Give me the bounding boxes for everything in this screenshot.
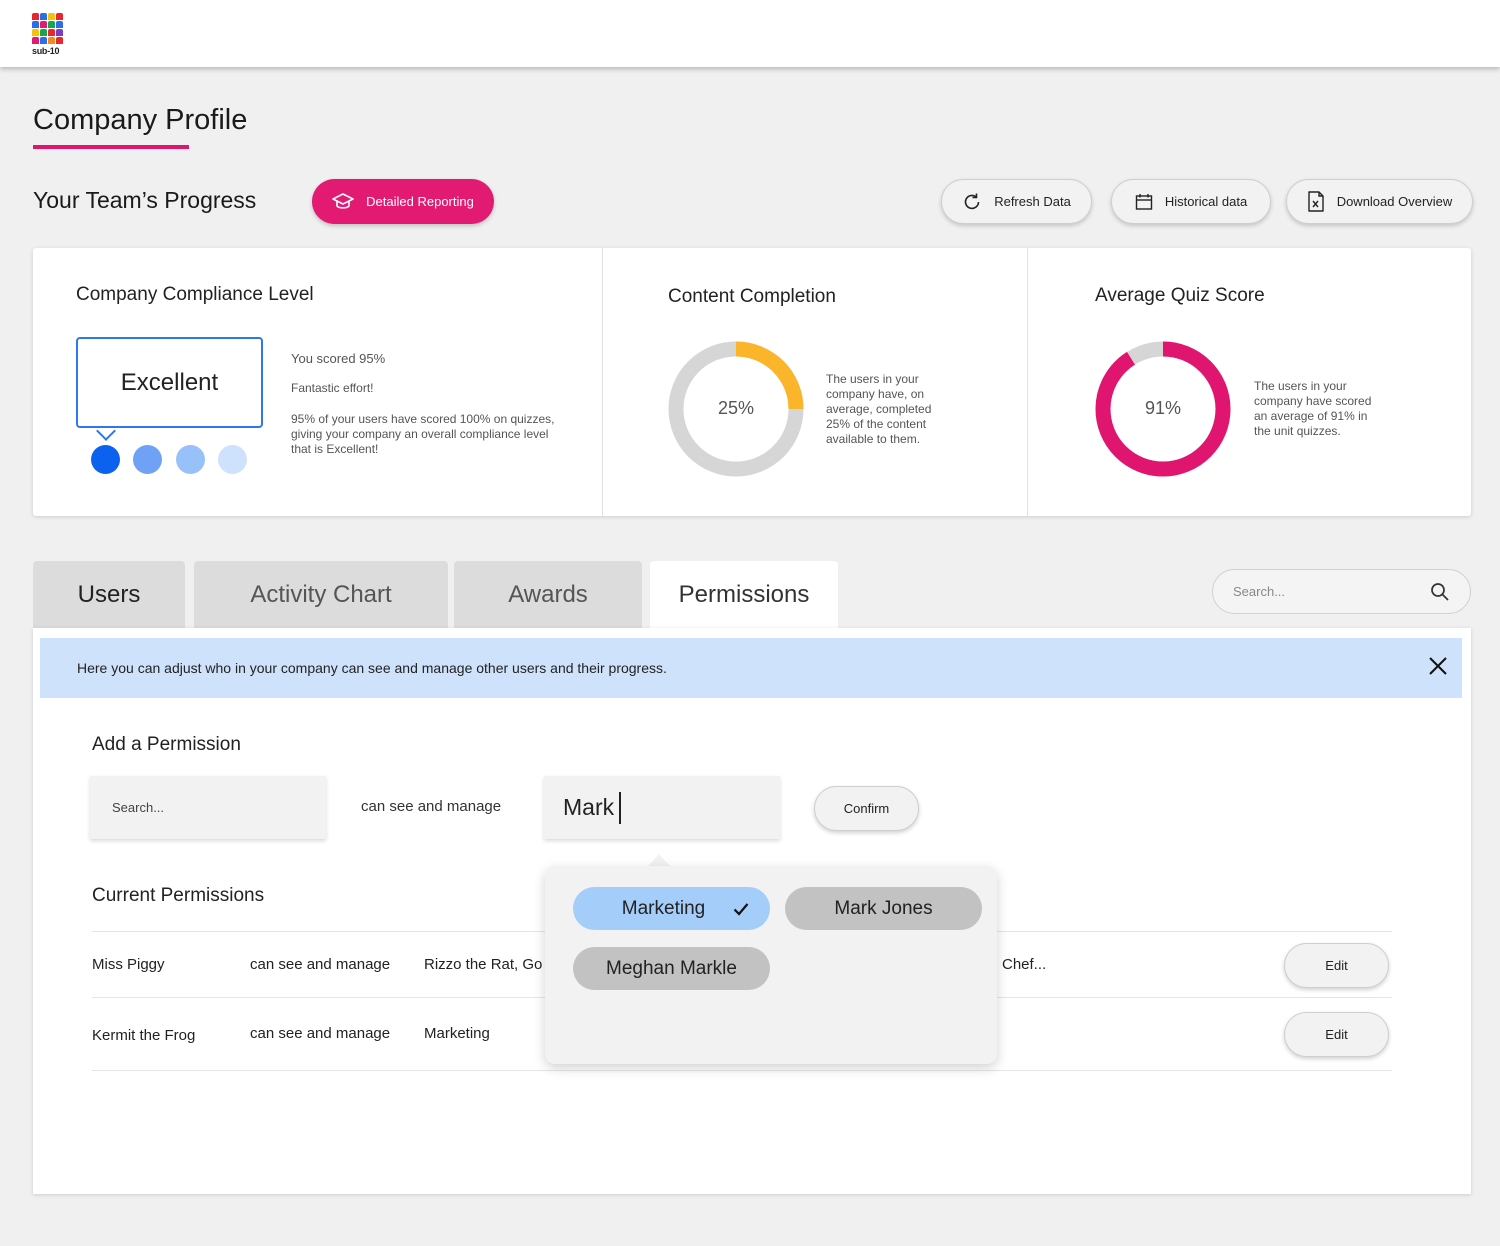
row-divider (92, 1070, 1392, 1071)
refresh-data-label: Refresh Data (994, 194, 1071, 209)
search-input[interactable]: Search... (1212, 569, 1471, 614)
description-line: the unit quizzes. (1254, 424, 1341, 438)
suggestion-label: Mark Jones (834, 897, 933, 919)
confirm-button[interactable]: Confirm (814, 786, 919, 831)
text-cursor (619, 791, 622, 824)
content-completion-value: 25% (717, 398, 755, 418)
page-title: Company Profile (33, 104, 248, 136)
permission-relation: can see and manage (250, 956, 391, 973)
description-line: The users in your (826, 372, 919, 386)
description-line: The users in your (1254, 379, 1347, 393)
search-icon[interactable] (1430, 582, 1450, 602)
compliance-detail-line: giving your company an overall complianc… (291, 427, 549, 441)
quiz-score-value: 91% (1144, 398, 1182, 418)
tab-users-label: Users (77, 580, 141, 608)
edit-label: Edit (1325, 958, 1348, 973)
compliance-level-box: Excellent (76, 337, 263, 428)
calendar-icon (1135, 193, 1153, 210)
permission-relation: can see and manage (250, 1025, 391, 1042)
tab-awards-label: Awards (508, 580, 588, 608)
permission-user: Kermit the Frog (92, 1027, 196, 1044)
stats-divider (1027, 248, 1028, 516)
tab-activity-chart-label: Activity Chart (250, 580, 392, 608)
level-dot (218, 445, 247, 474)
download-overview-label: Download Overview (1336, 194, 1453, 209)
add-permission-title: Add a Permission (92, 734, 241, 755)
edit-label: Edit (1325, 1027, 1348, 1042)
quiz-score-description: The users in your company have scored an… (1254, 379, 1371, 439)
detailed-reporting-button[interactable]: Detailed Reporting (312, 179, 494, 224)
tab-awards[interactable]: Awards (454, 561, 642, 628)
sub10-logo[interactable]: sub-10 (32, 13, 66, 56)
description-line: average, completed (826, 402, 932, 416)
download-overview-button[interactable]: Download Overview (1286, 179, 1473, 224)
historical-data-button[interactable]: Historical data (1111, 179, 1271, 224)
logo-grid (32, 13, 66, 44)
search-placeholder: Search... (1233, 584, 1286, 599)
top-bar: sub-10 (0, 0, 1500, 67)
target-search-value: Mark (563, 794, 615, 820)
historical-data-label: Historical data (1164, 194, 1248, 209)
confirm-label: Confirm (843, 801, 890, 816)
relation-label: can see and manage (361, 798, 502, 815)
compliance-detail-text: 95% of your users have scored 100% on qu… (291, 412, 554, 457)
refresh-icon (964, 193, 980, 209)
suggestion-chip-meghan-markle[interactable]: Meghan Markle (573, 947, 770, 990)
suggestion-dropdown: Marketing Mark Jones Meghan Markle (545, 866, 997, 1064)
description-line: available to them. (826, 432, 921, 446)
graduation-cap-icon (332, 192, 354, 209)
section-title: Your Team’s Progress (33, 187, 257, 213)
level-dot (91, 445, 120, 474)
tab-permissions-label: Permissions (678, 580, 810, 608)
compliance-score-text: You scored 95% (291, 351, 386, 366)
suggestion-label: Meghan Markle (606, 957, 737, 979)
permission-targets: Rizzo the Rat, Go (424, 956, 543, 973)
edit-button[interactable]: Edit (1284, 943, 1389, 988)
stats-card: Company Compliance Level Excellent You s… (33, 248, 1471, 516)
description-line: company have scored (1254, 394, 1372, 408)
compliance-level-text: Excellent (120, 368, 219, 396)
info-banner-text: Here you can adjust who in your company … (77, 660, 667, 676)
level-dot (133, 445, 162, 474)
content-completion-title: Content Completion (668, 286, 836, 307)
quiz-score-title: Average Quiz Score (1095, 285, 1265, 306)
excel-file-icon (1307, 191, 1324, 212)
edit-button[interactable]: Edit (1284, 1012, 1389, 1057)
compliance-title: Company Compliance Level (76, 284, 314, 305)
suggestion-label: Marketing (621, 897, 706, 919)
level-dot (176, 445, 205, 474)
compliance-effort-text: Fantastic effort! (291, 381, 374, 395)
suggestion-chip-marketing[interactable]: Marketing (573, 887, 770, 930)
logo-text: sub-10 (32, 46, 60, 56)
compliance-detail-line: 95% of your users have scored 100% on qu… (291, 412, 555, 426)
detailed-reporting-label: Detailed Reporting (366, 194, 474, 209)
description-line: an average of 91% in (1254, 409, 1368, 423)
user-search-placeholder: Search... (112, 800, 165, 815)
title-underline (33, 145, 189, 149)
suggestion-chip-mark-jones[interactable]: Mark Jones (785, 887, 982, 930)
tab-users[interactable]: Users (33, 561, 185, 628)
description-line: 25% of the content (826, 417, 927, 431)
description-line: company have, on (826, 387, 925, 401)
refresh-data-button[interactable]: Refresh Data (941, 179, 1092, 224)
compliance-detail-line: that is Excellent! (291, 442, 379, 456)
tab-activity-chart[interactable]: Activity Chart (194, 561, 448, 628)
content-completion-description: The users in your company have, on avera… (826, 372, 931, 447)
close-icon[interactable] (1426, 654, 1450, 678)
permission-targets: Marketing (424, 1025, 490, 1042)
user-search-input[interactable]: Search... (90, 776, 326, 839)
info-banner: Here you can adjust who in your company … (40, 638, 1462, 698)
current-permissions-title: Current Permissions (92, 885, 265, 906)
tab-permissions[interactable]: Permissions (650, 561, 838, 628)
stats-divider (602, 248, 603, 516)
target-search-input[interactable]: Mark (544, 776, 780, 839)
permission-targets-tail: Chef... (1002, 956, 1047, 973)
checkmark-icon (733, 902, 749, 916)
permission-user: Miss Piggy (92, 956, 165, 973)
